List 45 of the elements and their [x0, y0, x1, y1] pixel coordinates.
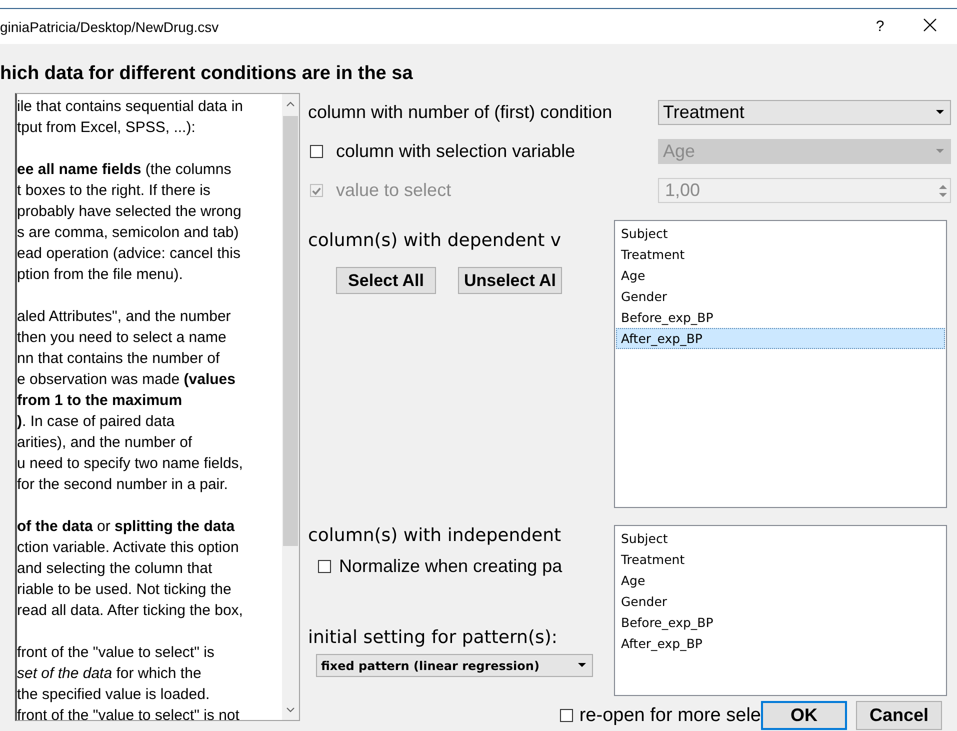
section-label: column(s) with independent: [308, 525, 562, 546]
list-item[interactable]: Subject: [616, 223, 945, 244]
checkbox-label: value to select: [336, 180, 452, 201]
help-paragraph: ile that contains sequential data in tput from Excel, SPSS, ...):: [17, 97, 244, 138]
list-item[interactable]: Treatment: [616, 549, 945, 570]
help-button[interactable]: ?: [855, 18, 905, 35]
unselect-all-button[interactable]: Unselect Al: [458, 267, 562, 294]
dialog-heading: hich data for different conditions are in the sa: [0, 62, 414, 86]
list-item[interactable]: Before_exp_BP: [616, 307, 945, 328]
pattern-dropdown[interactable]: fixed pattern (linear regression): [316, 654, 593, 677]
list-item[interactable]: Gender: [616, 591, 945, 612]
independent-list[interactable]: Subject Treatment Age Gender Before_exp_BP After_exp_BP: [614, 525, 947, 696]
dropdown-arrow-icon: [936, 110, 944, 115]
help-paragraph: ee all name fields (the columns t boxes to the right. If there is probably have selected the wrong s are comma, semicolon and tab) ead operation (advice: cancel this ption from the file menu).: [17, 160, 242, 285]
list-item[interactable]: Before_exp_BP: [616, 612, 945, 633]
ok-button[interactable]: OK: [761, 701, 847, 730]
checkbox[interactable]: [560, 709, 574, 722]
help-paragraph: aled Attributes", and the number then you need to select a name nn that contains the number of e observation was made (values from 1 to the maximum ). In case of paired data arities), and the number of u need to specify two name fields, for the second number in a pair.: [17, 307, 244, 495]
checkbox[interactable]: [310, 145, 323, 158]
scroll-up-icon[interactable]: [286, 101, 295, 107]
dependent-list[interactable]: Subject Treatment Age Gender Before_exp_BP After_exp_BP: [614, 220, 947, 508]
list-item[interactable]: Treatment: [616, 244, 945, 265]
section-label: column(s) with dependent v: [308, 230, 562, 251]
section-label: initial setting for pattern(s):: [308, 627, 558, 648]
checkbox-label: column with selection variable: [336, 141, 576, 162]
field-label: column with number of (first) condition: [308, 102, 614, 123]
help-paragraph: front of the "value to select" is set of the data for which the the specified value is loaded. front of the "value to select" is not: [17, 643, 240, 720]
select-all-button[interactable]: Select All: [336, 267, 436, 294]
close-icon[interactable]: [923, 18, 937, 32]
checkbox[interactable]: [318, 560, 331, 573]
list-item[interactable]: Age: [616, 570, 945, 591]
condition-dropdown[interactable]: Treatment: [658, 100, 951, 125]
dropdown-arrow-icon: [936, 149, 944, 154]
checkbox-label: Normalize when creating pa: [339, 556, 562, 577]
list-item[interactable]: After_exp_BP: [616, 633, 945, 654]
dropdown-arrow-icon: [578, 663, 586, 668]
scroll-down-icon[interactable]: [286, 707, 295, 713]
help-paragraph: of the data or splitting the data ction variable. Activate this option and selecting the column that riable to be used. Not ticking the read all data. After ticking the box,: [17, 517, 244, 621]
cancel-button[interactable]: Cancel: [856, 701, 942, 730]
list-item[interactable]: Age: [616, 265, 945, 286]
window-title: giniaPatricia/Desktop/NewDrug.csv: [0, 18, 220, 34]
list-item[interactable]: Subject: [616, 528, 945, 549]
list-item[interactable]: Gender: [616, 286, 945, 307]
list-item[interactable]: After_exp_BP: [616, 328, 945, 349]
scrollbar-thumb[interactable]: [283, 116, 298, 546]
